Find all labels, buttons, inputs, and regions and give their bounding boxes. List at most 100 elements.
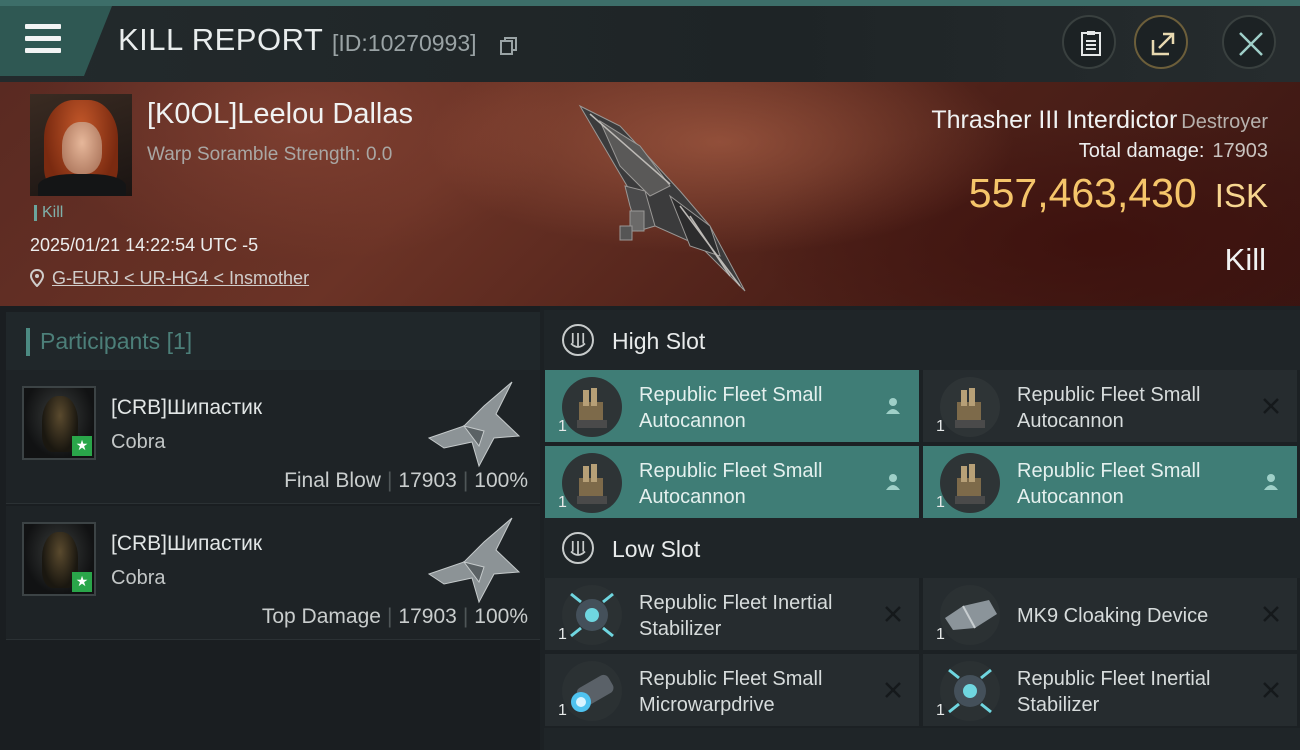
location-pin-icon bbox=[30, 269, 44, 287]
cloaking-device-icon bbox=[940, 585, 1000, 645]
participant-role: Top Damage bbox=[261, 605, 381, 628]
module-name: Republic Fleet Small Autocannon bbox=[1017, 460, 1201, 508]
share-icon bbox=[1151, 32, 1175, 56]
module-item[interactable]: 1 Republic Fleet Small Autocannon bbox=[545, 446, 919, 518]
victim-portrait[interactable] bbox=[30, 94, 132, 196]
fitting-panel: High Slot 1 Republic Fleet Small Autocann… bbox=[540, 306, 1300, 750]
participant-ship-image bbox=[427, 381, 521, 468]
module-name: Republic Fleet Small Autocannon bbox=[1017, 384, 1201, 432]
participant-damage: 17903 bbox=[398, 469, 457, 492]
participant-row[interactable]: ★ [CRB]Шипастик Cobra Final Blow | 17903 | 1… bbox=[6, 370, 540, 504]
autocannon-icon bbox=[940, 377, 1000, 437]
participant-stats: Top Damage | 17903 | 100% bbox=[261, 605, 528, 628]
warp-scramble-strength: Warp Soramble Strength: 0.0 bbox=[147, 144, 393, 165]
participant-ship: Cobra bbox=[111, 431, 166, 453]
header-bar: KILL REPORT [ID:10270993] bbox=[0, 6, 1300, 82]
inertial-stabilizer-icon bbox=[940, 661, 1000, 721]
ship-class: Destroyer bbox=[1181, 111, 1268, 133]
module-quantity: 1 bbox=[936, 418, 945, 435]
isk-amount: 557,463,430 bbox=[968, 170, 1197, 216]
module-item[interactable]: 1 Republic Fleet Small Microwarpdrive bbox=[545, 654, 919, 726]
participant-avatar: ★ bbox=[22, 386, 96, 460]
participant-ship: Cobra bbox=[111, 567, 166, 589]
module-quantity: 1 bbox=[558, 626, 567, 643]
microwarpdrive-icon bbox=[562, 661, 622, 721]
total-damage-label: Total damage: bbox=[1078, 140, 1205, 162]
victim-ship[interactable]: Thrasher III Interdictor Destroyer bbox=[931, 106, 1268, 135]
autocannon-icon bbox=[562, 377, 622, 437]
participant-damage: 17903 bbox=[398, 605, 457, 628]
participant-avatar: ★ bbox=[22, 522, 96, 596]
slot-icon bbox=[562, 532, 594, 564]
autocannon-icon bbox=[940, 453, 1000, 513]
ship-name: Thrasher III Interdictor bbox=[931, 106, 1178, 134]
star-icon: ★ bbox=[72, 436, 92, 456]
participants-header: Participants [1] bbox=[6, 312, 540, 370]
page-title: KILL REPORT bbox=[118, 22, 324, 57]
kill-summary-banner: [K0OL]Leelou Dallas Warp Soramble Streng… bbox=[0, 82, 1300, 306]
module-name: Republic Fleet Inertial Stabilizer bbox=[1017, 668, 1211, 716]
module-name: Republic Fleet Small Autocannon bbox=[639, 384, 823, 432]
participant-pilot: [CRB]Шипастик bbox=[111, 532, 263, 555]
destroyed-x-icon bbox=[1263, 682, 1279, 698]
high-slot-header: High Slot bbox=[544, 310, 1300, 370]
participant-stats: Final Blow | 17903 | 100% bbox=[284, 469, 528, 492]
kill-result: Kill bbox=[1224, 242, 1266, 277]
close-icon bbox=[1239, 32, 1263, 56]
report-id: [ID:10270993] bbox=[332, 30, 477, 56]
slot-icon bbox=[562, 324, 594, 356]
next-slot-header-partial bbox=[544, 728, 1300, 750]
close-button[interactable] bbox=[1222, 15, 1276, 69]
kill-datetime: 2025/01/21 14:22:54 UTC -5 bbox=[30, 235, 259, 255]
participants-label: Participants bbox=[40, 328, 161, 354]
module-name: Republic Fleet Small Autocannon bbox=[639, 460, 823, 508]
copy-icon[interactable] bbox=[500, 36, 518, 56]
destroyed-x-icon bbox=[1263, 398, 1279, 414]
module-item[interactable]: 1 MK9 Cloaking Device bbox=[923, 578, 1297, 650]
location-link[interactable]: G-EURJ < UR-HG4 < Insmother bbox=[52, 268, 309, 288]
module-item[interactable]: 1 Republic Fleet Inertial Stabilizer bbox=[545, 578, 919, 650]
inertial-stabilizer-icon bbox=[562, 585, 622, 645]
isk-unit: ISK bbox=[1214, 177, 1268, 214]
victim-ship-image[interactable] bbox=[560, 96, 760, 301]
total-damage: Total damage: 17903 bbox=[1079, 140, 1268, 163]
menu-button[interactable] bbox=[0, 6, 112, 76]
module-item[interactable]: 1 Republic Fleet Inertial Stabilizer bbox=[923, 654, 1297, 726]
menu-icon bbox=[25, 24, 61, 54]
low-slot-label: Low Slot bbox=[612, 536, 701, 562]
user-icon bbox=[886, 398, 900, 414]
star-icon: ★ bbox=[72, 572, 92, 592]
autocannon-icon bbox=[562, 453, 622, 513]
participants-count: [1] bbox=[166, 328, 193, 354]
user-icon bbox=[886, 474, 900, 490]
isk-value: 557,463,430 ISK bbox=[969, 170, 1268, 217]
kill-type-tag: Kill bbox=[34, 205, 63, 221]
destroyed-x-icon bbox=[885, 606, 901, 622]
module-quantity: 1 bbox=[558, 702, 567, 719]
module-name: Republic Fleet Inertial Stabilizer bbox=[639, 592, 833, 640]
low-slot-header: Low Slot bbox=[544, 518, 1300, 578]
kill-location[interactable]: G-EURJ < UR-HG4 < Insmother bbox=[30, 268, 309, 289]
user-icon bbox=[1264, 474, 1278, 490]
module-item[interactable]: 1 Republic Fleet Small Autocannon bbox=[923, 446, 1297, 518]
share-button[interactable] bbox=[1134, 15, 1188, 69]
participant-ship-image bbox=[427, 517, 521, 604]
module-quantity: 1 bbox=[558, 418, 567, 435]
participant-row[interactable]: ★ [CRB]Шипастик Cobra Top Damage | 17903 | 1… bbox=[6, 506, 540, 640]
destroyed-x-icon bbox=[1263, 606, 1279, 622]
module-quantity: 1 bbox=[936, 702, 945, 719]
total-damage-value: 17903 bbox=[1212, 140, 1268, 162]
participant-pilot: [CRB]Шипастик bbox=[111, 396, 263, 419]
module-name: Republic Fleet Small Microwarpdrive bbox=[639, 668, 823, 716]
module-item[interactable]: 1 Republic Fleet Small Autocannon bbox=[545, 370, 919, 442]
module-item[interactable]: 1 Republic Fleet Small Autocannon bbox=[923, 370, 1297, 442]
participant-percent: 100% bbox=[474, 605, 528, 628]
module-quantity: 1 bbox=[936, 626, 945, 643]
high-slot-label: High Slot bbox=[612, 328, 706, 354]
module-name: MK9 Cloaking Device bbox=[1017, 605, 1209, 627]
clipboard-button[interactable] bbox=[1062, 15, 1116, 69]
participant-percent: 100% bbox=[474, 469, 528, 492]
module-quantity: 1 bbox=[936, 494, 945, 511]
participants-panel: Participants [1] ★ [CRB]Шипастик Cobra F… bbox=[0, 306, 540, 750]
victim-pilot-name[interactable]: [K0OL]Leelou Dallas bbox=[147, 98, 413, 131]
